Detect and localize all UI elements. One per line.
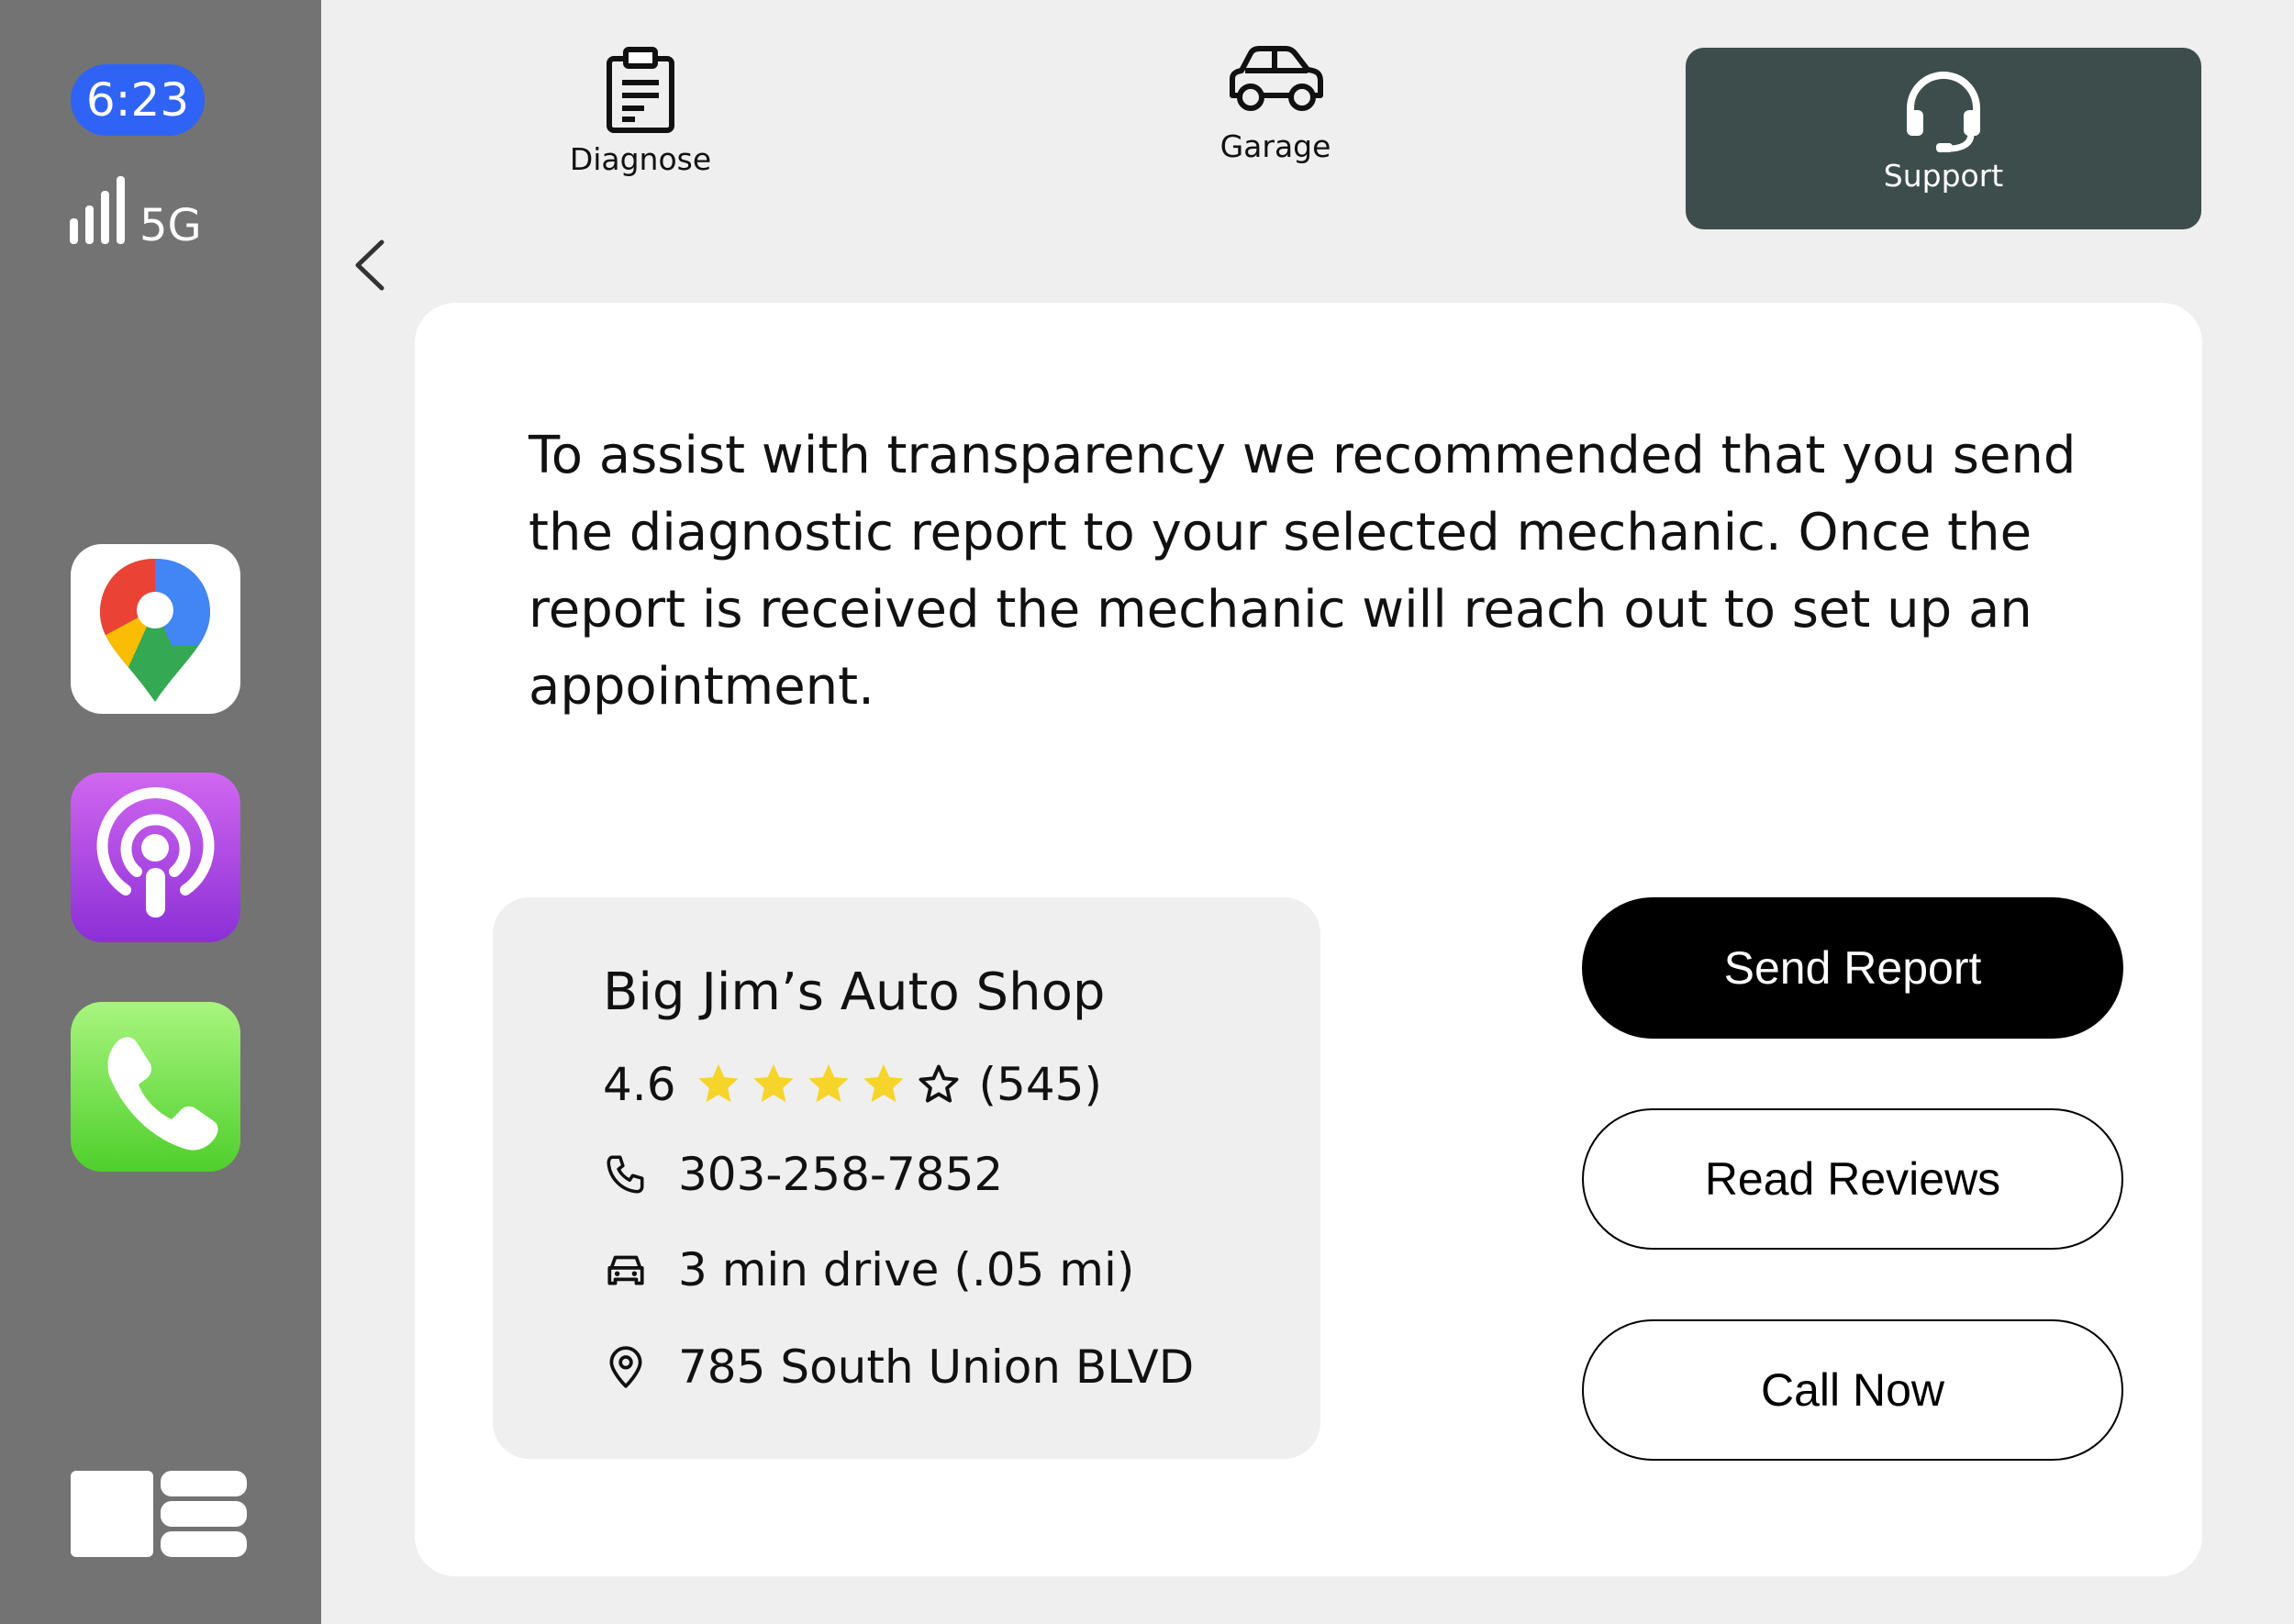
phone-outline-icon	[607, 1155, 644, 1194]
shop-phone-number: 303-258-7852	[678, 1148, 1004, 1201]
star-filled-icon	[697, 1063, 739, 1103]
rating-stars	[695, 1061, 970, 1108]
dashboard-grid-icon	[71, 1471, 247, 1557]
shop-drive-time: 3 min drive (.05 mi)	[678, 1243, 1135, 1296]
chevron-left-icon	[355, 239, 384, 291]
star-filled-icon	[752, 1063, 794, 1103]
star-filled-icon	[863, 1063, 904, 1103]
send-report-button[interactable]: Send Report	[1582, 897, 2123, 1039]
shop-name: Big Jim’s Auto Shop	[603, 962, 1106, 1022]
shop-drive-row: 3 min drive (.05 mi)	[603, 1240, 1134, 1299]
read-reviews-button[interactable]: Read Reviews	[1582, 1108, 2123, 1250]
star-empty-icon	[919, 1064, 958, 1103]
location-pin-icon	[609, 1346, 642, 1388]
review-count: (545)	[978, 1058, 1102, 1111]
tab-garage[interactable]: Garage	[1165, 46, 1386, 220]
status-signal: 5G	[70, 176, 226, 250]
clipboard-icon	[607, 47, 674, 133]
signal-bars-icon	[70, 176, 125, 244]
headset-icon	[1907, 72, 1980, 152]
phone-handset-icon	[107, 1037, 218, 1151]
back-button[interactable]	[349, 237, 395, 294]
shop-phone-row: 303-258-7852	[603, 1145, 1003, 1204]
transparency-message: To assist with transparency we recommend…	[529, 426, 2077, 717]
tab-diagnose[interactable]: Diagnose	[532, 46, 749, 211]
shop-details-card: Big Jim’s Auto Shop 4.6 (545) 303-258-78…	[493, 897, 1320, 1459]
rating-value: 4.6	[603, 1058, 676, 1111]
tab-support[interactable]: Support	[1686, 48, 2201, 229]
call-now-button[interactable]: Call Now	[1582, 1319, 2123, 1461]
phone-icon[interactable]	[71, 1002, 240, 1172]
carplay-sidebar: 6:23 5G	[0, 0, 321, 1624]
dashboard-icon[interactable]	[71, 1471, 247, 1557]
star-filled-icon	[807, 1063, 849, 1103]
shop-address: 785 South Union BLVD	[678, 1340, 1195, 1394]
car-icon	[1230, 46, 1323, 111]
shop-rating: 4.6 (545)	[603, 1055, 1102, 1114]
main-card: To assist with transparency we recommend…	[415, 303, 2202, 1576]
maps-pin-icon	[100, 559, 210, 702]
tab-garage-label: Garage	[1219, 128, 1331, 164]
podcasts-glyph-icon	[96, 787, 215, 918]
status-clock: 6:23	[71, 64, 205, 136]
google-maps-icon[interactable]	[71, 544, 240, 714]
tab-support-label: Support	[1883, 158, 2004, 194]
shop-address-row: 785 South Union BLVD	[603, 1338, 1194, 1396]
car-front-icon	[607, 1255, 644, 1285]
podcasts-icon[interactable]	[71, 773, 240, 942]
network-type: 5G	[139, 200, 202, 251]
tab-diagnose-label: Diagnose	[569, 141, 712, 177]
